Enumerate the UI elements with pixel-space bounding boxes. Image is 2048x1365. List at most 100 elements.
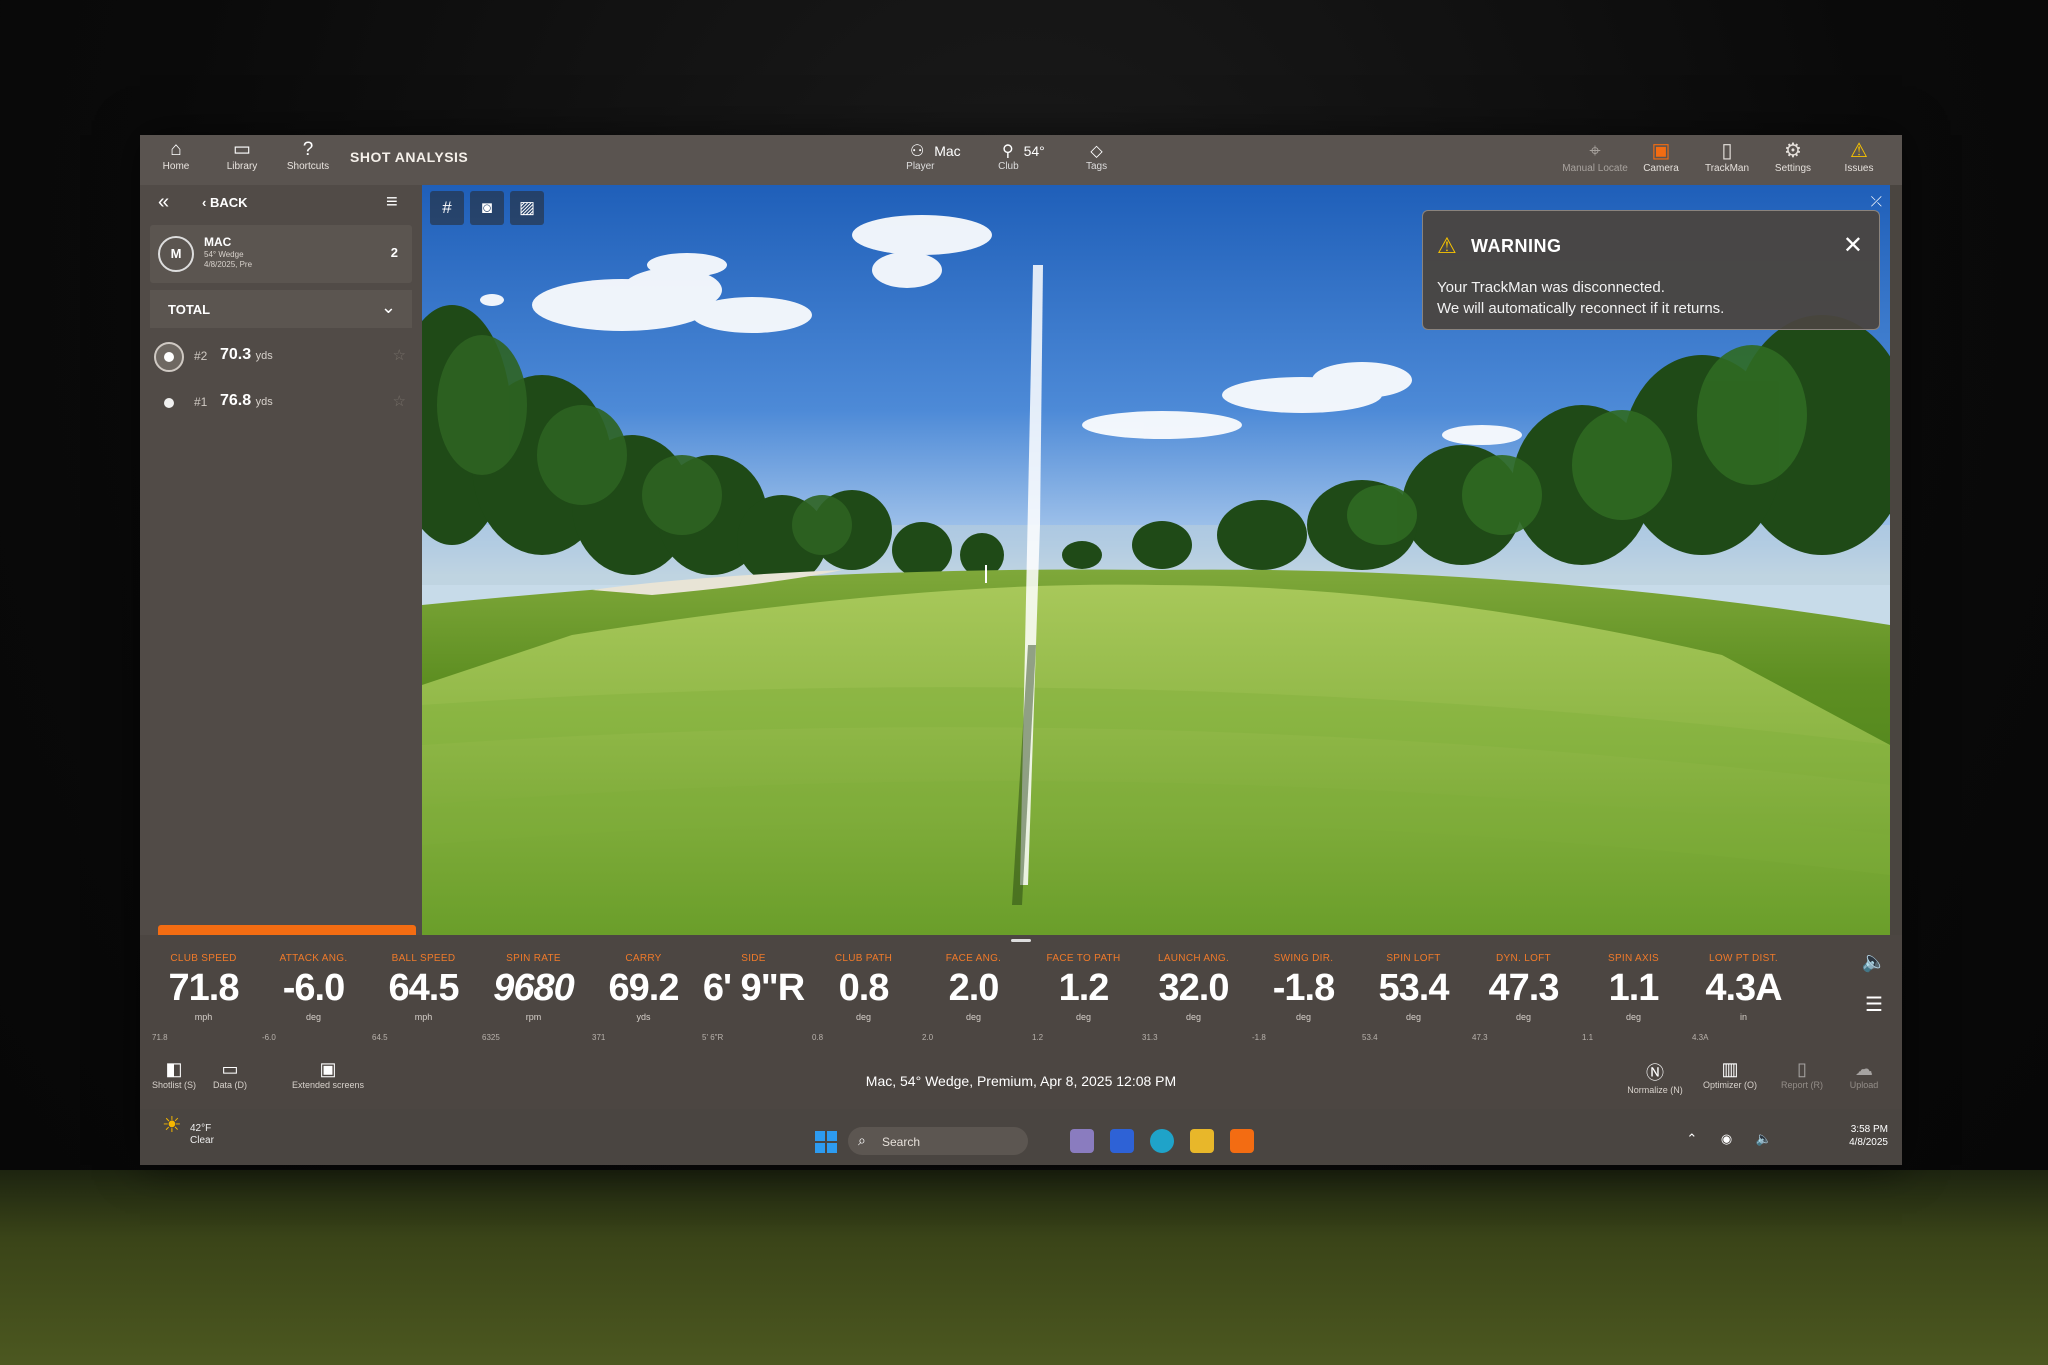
trackman-icon: ▯ bbox=[1721, 140, 1733, 162]
windows-start-icon[interactable] bbox=[815, 1131, 837, 1153]
close-icon[interactable]: ✕ bbox=[1843, 231, 1863, 260]
total-label: TOTAL bbox=[168, 302, 211, 317]
player-icon: ⚇ bbox=[910, 143, 925, 160]
fullscreen-exit-icon[interactable]: ⤫ bbox=[1871, 193, 1882, 210]
metric-reference: 2.0 bbox=[922, 1033, 934, 1042]
teams-app-icon[interactable] bbox=[1110, 1129, 1134, 1153]
shortcuts-button[interactable]: ? Shortcuts bbox=[278, 139, 338, 172]
normalize-button[interactable]: Ⓝ Normalize (N) bbox=[1620, 1059, 1690, 1095]
metric-unit: deg bbox=[1515, 1012, 1532, 1022]
projector-screen: ⌂ Home ▭ Library ? Shortcuts SHOT ANALYS… bbox=[140, 135, 1902, 1165]
trackman-app-icon[interactable] bbox=[1230, 1129, 1254, 1153]
metric-ball-speed[interactable]: BALL SPEED 64.5 mph bbox=[368, 953, 479, 1022]
upload-button[interactable]: ☁ Upload bbox=[1834, 1059, 1894, 1090]
metric-low-pt-dist[interactable]: LOW PT DIST. 4.3A in bbox=[1688, 953, 1799, 1022]
shot-row[interactable]: #2 70.3 yds ☆ bbox=[154, 337, 412, 375]
menu-icon[interactable]: ≡ bbox=[386, 191, 398, 214]
radio-dot[interactable] bbox=[154, 388, 184, 418]
copilot-app-icon[interactable] bbox=[1070, 1129, 1094, 1153]
issues-button[interactable]: ⚠ Issues bbox=[1826, 139, 1892, 174]
tags-button[interactable]: ◇ Tags bbox=[1086, 141, 1107, 172]
metric-reference: 47.3 bbox=[1472, 1033, 1488, 1042]
course-view[interactable]: # ◙ ▨ ⤫ ⚠ WARNING ✕ Your TrackMan was di… bbox=[422, 185, 1890, 935]
total-dropdown[interactable]: TOTAL ⌄ bbox=[150, 290, 412, 328]
player-card[interactable]: M MAC 54° Wedge 4/8/2025, Pre 2 bbox=[150, 225, 412, 283]
metric-carry[interactable]: CARRY 69.2 yds bbox=[588, 953, 699, 1022]
optimizer-button[interactable]: ▥ Optimizer (O) bbox=[1695, 1059, 1765, 1090]
metric-face-ang[interactable]: FACE ANG. 2.0 deg bbox=[918, 953, 1029, 1022]
metric-value: 9680 bbox=[493, 967, 575, 1009]
warning-icon: ⚠ bbox=[1850, 140, 1868, 162]
metric-spin-axis[interactable]: SPIN AXIS 1.1 deg bbox=[1578, 953, 1689, 1022]
image-icon[interactable]: ▨ bbox=[510, 191, 544, 225]
metric-spin-rate[interactable]: SPIN RATE 9680 rpm bbox=[478, 953, 589, 1022]
metric-unit: deg bbox=[1405, 1012, 1422, 1022]
player-value: Mac bbox=[934, 143, 961, 159]
metric-label: CLUB SPEED bbox=[170, 953, 237, 964]
clock[interactable]: 3:58 PM 4/8/2025 bbox=[1849, 1123, 1888, 1149]
taskbar-search[interactable]: ⌕ Search bbox=[848, 1127, 1028, 1155]
settings-button[interactable]: ⚙ Settings bbox=[1760, 139, 1826, 174]
star-icon[interactable]: ☆ bbox=[393, 392, 406, 410]
report-button[interactable]: ▯ Report (R) bbox=[1772, 1059, 1832, 1090]
metric-reference: -6.0 bbox=[262, 1033, 276, 1042]
search-icon: ⌕ bbox=[858, 1132, 866, 1148]
trackman-button[interactable]: ▯ TrackMan bbox=[1694, 139, 1760, 174]
metric-value: 71.8 bbox=[168, 967, 240, 1009]
metric-club-path[interactable]: CLUB PATH 0.8 deg bbox=[808, 953, 919, 1022]
metric-side[interactable]: SIDE 6' 9"R bbox=[698, 953, 809, 1012]
upload-icon: ☁ bbox=[1855, 1059, 1873, 1079]
collapse-sidebar-icon[interactable]: « bbox=[158, 191, 169, 214]
metric-value: 32.0 bbox=[1158, 967, 1230, 1009]
edge-app-icon[interactable] bbox=[1150, 1129, 1174, 1153]
settings-sliders-icon[interactable]: ☰ bbox=[1854, 992, 1894, 1017]
star-icon[interactable]: ☆ bbox=[393, 346, 406, 364]
metric-controls: 🔈 ☰ bbox=[1854, 949, 1894, 1035]
metric-value: 69.2 bbox=[608, 967, 680, 1009]
back-button[interactable]: ‹ BACK bbox=[202, 195, 248, 210]
home-button[interactable]: ⌂ Home bbox=[146, 139, 206, 172]
metric-attack-ang[interactable]: ATTACK ANG. -6.0 deg bbox=[258, 953, 369, 1022]
warning-title: WARNING bbox=[1471, 236, 1562, 256]
metric-value: -1.8 bbox=[1272, 967, 1335, 1009]
library-button[interactable]: ▭ Library bbox=[212, 139, 272, 172]
metric-unit: deg bbox=[1625, 1012, 1642, 1022]
system-tray-icons[interactable]: ⌃ ◉ 🔈 bbox=[1686, 1131, 1782, 1147]
radio-selected[interactable] bbox=[154, 342, 184, 372]
grid-icon[interactable]: # bbox=[430, 191, 464, 225]
volume-icon[interactable]: 🔈 bbox=[1854, 949, 1894, 974]
metric-label: FACE ANG. bbox=[945, 953, 1002, 964]
metric-reference: 1.2 bbox=[1032, 1033, 1044, 1042]
bottom-bar: ◧ Shotlist (S) ▭ Data (D) ▣ Extended scr… bbox=[140, 1053, 1902, 1109]
club-selector[interactable]: ⚲ 54° Club bbox=[998, 141, 1045, 172]
metric-label: CARRY bbox=[625, 953, 662, 964]
metric-launch-ang[interactable]: LAUNCH ANG. 32.0 deg bbox=[1138, 953, 1249, 1022]
metric-reference: 64.5 bbox=[372, 1033, 388, 1042]
file-explorer-icon[interactable] bbox=[1190, 1129, 1214, 1153]
club-icon: ⚲ bbox=[1002, 143, 1014, 160]
metric-unit: deg bbox=[1075, 1012, 1092, 1022]
metric-club-speed[interactable]: CLUB SPEED 71.8 mph bbox=[148, 953, 259, 1022]
metric-spin-loft[interactable]: SPIN LOFT 53.4 deg bbox=[1358, 953, 1469, 1022]
metric-label: SIDE bbox=[741, 953, 766, 964]
metric-face-to-path[interactable]: FACE TO PATH 1.2 deg bbox=[1028, 953, 1139, 1022]
metric-value: 6' 9"R bbox=[702, 967, 805, 1009]
resize-handle[interactable] bbox=[1011, 939, 1031, 942]
shot-row[interactable]: #1 76.8 yds ☆ bbox=[154, 383, 412, 421]
metric-reference: 6325 bbox=[482, 1033, 500, 1042]
metric-label: ATTACK ANG. bbox=[279, 953, 348, 964]
metric-unit: deg bbox=[1185, 1012, 1202, 1022]
club-value: 54° bbox=[1023, 143, 1045, 159]
locate-icon: ⌖ bbox=[1589, 140, 1601, 162]
camera-button[interactable]: ▣ Camera bbox=[1628, 139, 1694, 174]
library-icon: ▭ bbox=[233, 139, 251, 160]
metric-unit: rpm bbox=[525, 1012, 542, 1022]
screenshot-icon[interactable]: ◙ bbox=[470, 191, 504, 225]
player-selector[interactable]: ⚇ Mac Player bbox=[906, 141, 961, 172]
manual-locate-button[interactable]: ⌖ Manual Locate bbox=[1562, 139, 1628, 174]
metric-dyn-loft[interactable]: DYN. LOFT 47.3 deg bbox=[1468, 953, 1579, 1022]
metric-reference: 1.1 bbox=[1582, 1033, 1594, 1042]
metric-swing-dir[interactable]: SWING DIR. -1.8 deg bbox=[1248, 953, 1359, 1022]
metric-value: 2.0 bbox=[948, 967, 1000, 1009]
metric-reference: 4.3A bbox=[1692, 1033, 1709, 1042]
